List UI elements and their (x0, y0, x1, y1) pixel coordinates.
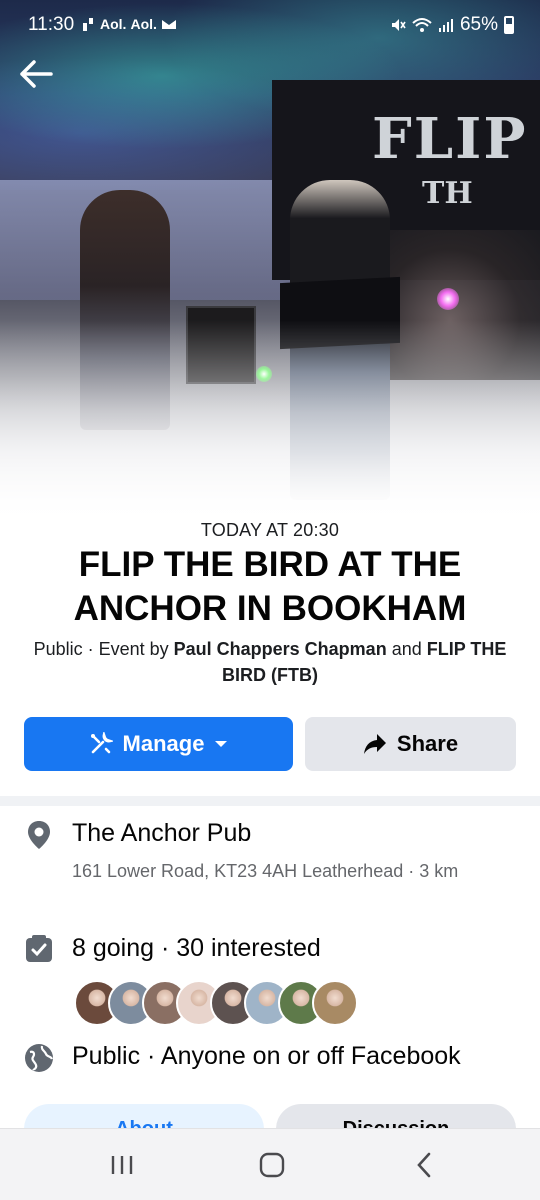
wifi-icon (412, 18, 432, 32)
privacy-prefix: Public · Event by (33, 639, 174, 659)
signal-transfer-icon (83, 18, 93, 31)
tab-about[interactable]: About (24, 1104, 264, 1128)
system-nav-bar (0, 1128, 540, 1200)
back-button[interactable] (16, 54, 56, 94)
share-label: Share (396, 731, 459, 756)
manage-button[interactable]: Manage (24, 717, 293, 771)
event-cover-photo[interactable]: FLIP TH (0, 0, 540, 525)
banner-word: TH (422, 176, 473, 211)
notification-icons: Aol. Aol. (82, 16, 177, 32)
tools-icon (90, 732, 113, 754)
clock: 11:30 (28, 14, 75, 35)
photo-fade (0, 320, 540, 525)
venue-name[interactable]: The Anchor Pub (72, 819, 251, 848)
share-button[interactable]: Share (305, 717, 516, 771)
aol-notification-label: Aol. (130, 16, 157, 32)
battery-icon (504, 16, 514, 34)
globe-icon (24, 1043, 54, 1073)
calendar-check-icon (24, 934, 54, 964)
cell-signal-icon (438, 19, 453, 32)
host-link[interactable]: Paul Chappers Chapman (174, 639, 387, 659)
mail-icon (161, 20, 176, 29)
location-pin-icon (24, 820, 54, 850)
aol-notification-label: Aol. (100, 16, 127, 32)
banner-word: FLIP (372, 106, 528, 172)
event-privacy: Public · Anyone on or off Facebook (72, 1042, 461, 1070)
section-divider (0, 796, 540, 806)
venue-address[interactable]: 161 Lower Road, KT23 4AH Leatherhead · 3… (72, 858, 502, 884)
nav-back-button[interactable] (404, 1149, 444, 1181)
attendance-count[interactable]: 8 going · 30 interested (72, 934, 321, 963)
event-byline: Public · Event by Paul Chappers Chapman … (20, 636, 520, 688)
and-text: and (386, 639, 427, 659)
stage-light-pink (437, 288, 459, 310)
chevron-left-icon (417, 1152, 431, 1178)
attendee-avatars[interactable] (74, 980, 358, 1028)
recent-apps-icon (111, 1156, 133, 1174)
event-title: FLIP THE BIRD AT THE ANCHOR IN BOOKHAM (73, 545, 467, 628)
event-datetime: TODAY AT 20:30 (200, 520, 340, 540)
home-icon (259, 1152, 285, 1178)
caret-down-icon (215, 741, 228, 747)
manage-label: Manage (122, 731, 205, 756)
avatar[interactable] (312, 980, 358, 1026)
status-bar: 11:30 Aol. Aol. 65% (0, 0, 540, 50)
tab-discussion[interactable]: Discussion (276, 1104, 516, 1128)
battery-percent: 65% (459, 14, 498, 35)
recent-apps-button[interactable] (102, 1149, 142, 1181)
share-arrow-icon (363, 734, 386, 754)
home-button[interactable] (252, 1149, 292, 1181)
event-tabs: About Discussion (0, 1104, 540, 1128)
mute-icon (391, 19, 406, 31)
back-arrow-icon (20, 60, 53, 88)
system-icons: 65% (390, 14, 514, 36)
